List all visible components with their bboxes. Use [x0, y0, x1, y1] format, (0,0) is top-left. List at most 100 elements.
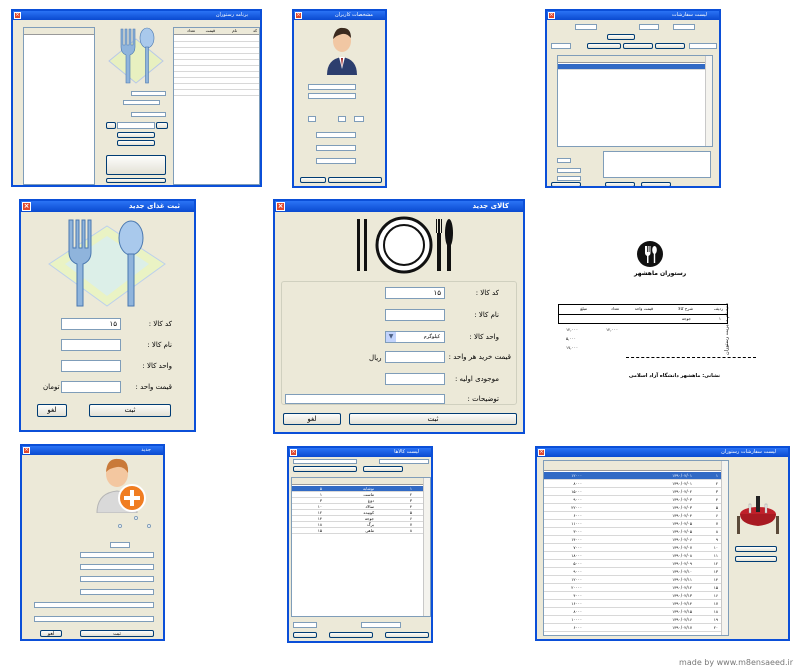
new-customer-save-button[interactable]: ثبت — [80, 630, 154, 637]
orders-field-4[interactable] — [551, 43, 571, 49]
products-footer-field-1[interactable] — [293, 622, 317, 628]
table-row[interactable]: ۱۰ ۱۳۹۰/۰۲/۰۷ ۷۰۰۰ — [544, 544, 728, 552]
customer-radio-3[interactable] — [118, 524, 122, 528]
customer-input-4[interactable] — [80, 589, 154, 595]
price-input[interactable] — [61, 381, 121, 393]
products-search-1[interactable] — [293, 459, 357, 464]
close-icon[interactable]: × — [22, 202, 31, 211]
table-row[interactable]: ۹ ۱۳۹۰/۰۲/۰۶ ۱۴۰۰۰ — [544, 536, 728, 544]
close-icon[interactable]: × — [548, 12, 555, 19]
customer-field-3[interactable] — [308, 116, 316, 122]
field-3[interactable] — [131, 112, 166, 117]
customer-cancel-button[interactable] — [300, 177, 326, 183]
code-input[interactable]: ۱۵ — [61, 318, 121, 330]
table-row[interactable]: ۱۷ ۱۳۹۰/۰۲/۱۴ ۱۶۰۰۰ — [544, 600, 728, 608]
new-customer-cancel-button[interactable]: لغو — [40, 630, 62, 637]
products-button-2[interactable] — [363, 466, 403, 472]
table-row[interactable]: ۱ ۱۳۹۰/۰۲/۰۱ ۱۲۰۰۰ — [544, 472, 728, 480]
table-row[interactable]: ۲ ۱۳۹۰/۰۲/۰۱ ۸۰۰۰ — [544, 480, 728, 488]
customer-field-1[interactable] — [308, 84, 356, 90]
orders-notes[interactable] — [603, 151, 711, 178]
bottom-button[interactable] — [106, 178, 166, 183]
table-row[interactable]: ۱۳ ۱۳۹۰/۰۲/۱۰ ۹۰۰۰ — [544, 568, 728, 576]
save-button[interactable]: ثبت — [89, 404, 171, 417]
item-stock-input[interactable] — [385, 373, 445, 385]
order-list-grid[interactable]: ۱ ۱۳۹۰/۰۲/۰۱ ۱۲۰۰۰ ۲ ۱۳۹۰/۰۲/۰۱ ۸۰۰۰ ۳ ۱۳۹۰/۰۲/… — [543, 460, 729, 636]
table-row[interactable]: ۷ ۱۳۹۰/۰۲/۰۵ ۱۱۰۰۰ — [544, 520, 728, 528]
item-notes-input[interactable] — [285, 394, 445, 404]
field-4[interactable] — [117, 122, 155, 129]
small-button-1[interactable] — [106, 122, 116, 129]
table-row[interactable]: ۴ ۱۳۹۰/۰۲/۰۳ ۹۰۰۰ — [544, 496, 728, 504]
orders-bottom-field-3[interactable] — [557, 176, 581, 181]
table-row[interactable]: ۱۹ ۱۳۹۰/۰۲/۱۶ ۱۰۰۰۰ — [544, 616, 728, 624]
orders-field-2[interactable] — [639, 24, 659, 30]
item-buy-price-input[interactable] — [385, 351, 445, 363]
table-row[interactable]: ۱۸ ۱۳۹۰/۰۲/۱۵ ۸۰۰۰ — [544, 608, 728, 616]
table-row[interactable]: ۳ ۱۳۹۰/۰۲/۰۲ ۱۵۰۰۰ — [544, 488, 728, 496]
close-icon[interactable]: × — [14, 12, 21, 19]
orders-field-5[interactable] — [689, 43, 717, 49]
close-icon[interactable]: × — [23, 447, 30, 454]
table-row[interactable]: ۲۰ ۱۳۹۰/۰۲/۱۷ ۶۰۰۰ — [544, 624, 728, 632]
close-icon[interactable]: × — [276, 202, 285, 211]
products-footer-button-1[interactable] — [293, 632, 317, 638]
item-name-input[interactable] — [385, 309, 445, 321]
order-list-button-1[interactable] — [735, 546, 777, 552]
orders-scrollbar[interactable] — [705, 56, 712, 146]
orders-field-3[interactable] — [673, 24, 695, 30]
orders-field-1[interactable] — [575, 24, 597, 30]
item-save-button[interactable]: ثبت — [349, 413, 517, 425]
customer-input-1[interactable] — [80, 552, 154, 558]
orders-button-4[interactable] — [655, 43, 685, 49]
left-list[interactable] — [23, 27, 95, 185]
cancel-button[interactable]: لغو — [37, 404, 67, 417]
customer-field-7[interactable] — [316, 145, 356, 151]
customer-radio-2[interactable] — [147, 524, 151, 528]
customer-input-3[interactable] — [80, 576, 154, 582]
orders-grid[interactable] — [557, 55, 713, 147]
chevron-down-icon[interactable]: ▼ — [386, 332, 396, 342]
table-row[interactable]: ۱۵ ۱۳۹۰/۰۲/۱۲ ۲۰۰۰۰ — [544, 584, 728, 592]
table-row[interactable]: ۱۴ ۱۳۹۰/۰۲/۱۱ ۱۲۰۰۰ — [544, 576, 728, 584]
orders-button-3[interactable] — [623, 43, 653, 49]
customer-field-8[interactable] — [316, 158, 356, 164]
large-button[interactable] — [106, 155, 166, 175]
customer-field-6[interactable] — [316, 132, 356, 138]
item-unit-select[interactable]: کیلوگرم ▼ — [385, 331, 445, 343]
mid-button-2[interactable] — [117, 140, 155, 146]
close-icon[interactable]: × — [290, 449, 297, 456]
products-grid[interactable]: ۱ نوشابه ۵ ۲ ماست ۱ ۳ دوغ ۳ ۴ سالاد ۱۰ ۵… — [291, 477, 431, 617]
orders-footer-button-3[interactable] — [641, 182, 671, 186]
close-icon[interactable]: × — [295, 12, 302, 19]
products-footer-button-2[interactable] — [329, 632, 373, 638]
customer-radio[interactable] — [134, 516, 138, 520]
orders-bottom-field-1[interactable] — [557, 158, 571, 163]
customer-select[interactable] — [110, 542, 130, 548]
close-icon[interactable]: × — [538, 449, 545, 456]
customer-save-button[interactable] — [328, 177, 382, 183]
customer-field-4[interactable] — [338, 116, 346, 122]
order-list-scrollbar[interactable] — [721, 461, 728, 635]
table-row[interactable]: ۱۶ ۱۳۹۰/۰۲/۱۳ ۴۰۰۰ — [544, 592, 728, 600]
field-2[interactable] — [123, 100, 160, 105]
orders-bottom-field-2[interactable] — [557, 168, 581, 173]
customer-field-5[interactable] — [354, 116, 364, 122]
products-search-2[interactable] — [379, 459, 429, 464]
products-footer-button-3[interactable] — [385, 632, 429, 638]
small-button-2[interactable] — [156, 122, 168, 129]
products-scrollbar[interactable] — [423, 478, 430, 616]
orders-footer-button-1[interactable] — [551, 182, 581, 186]
orders-button-1[interactable] — [607, 34, 635, 40]
table-row[interactable]: ۱۱ ۱۳۹۰/۰۲/۰۸ ۱۸۰۰۰ — [544, 552, 728, 560]
products-button-1[interactable] — [293, 466, 357, 472]
order-list-button-2[interactable] — [735, 556, 777, 562]
main-grid[interactable]: کد نام قیمت تعداد — [173, 27, 260, 185]
mid-button-1[interactable] — [117, 132, 155, 138]
products-footer-field-2[interactable] — [361, 622, 401, 628]
field-1[interactable] — [131, 91, 166, 96]
table-row[interactable]: ۸ ۱۳۹۰/۰۲/۰۵ ۳۰۰۰ — [544, 528, 728, 536]
table-row[interactable]: ۱۲ ۱۳۹۰/۰۲/۰۹ ۵۰۰۰ — [544, 560, 728, 568]
orders-button-2[interactable] — [587, 43, 621, 49]
unit-input[interactable] — [61, 360, 121, 372]
